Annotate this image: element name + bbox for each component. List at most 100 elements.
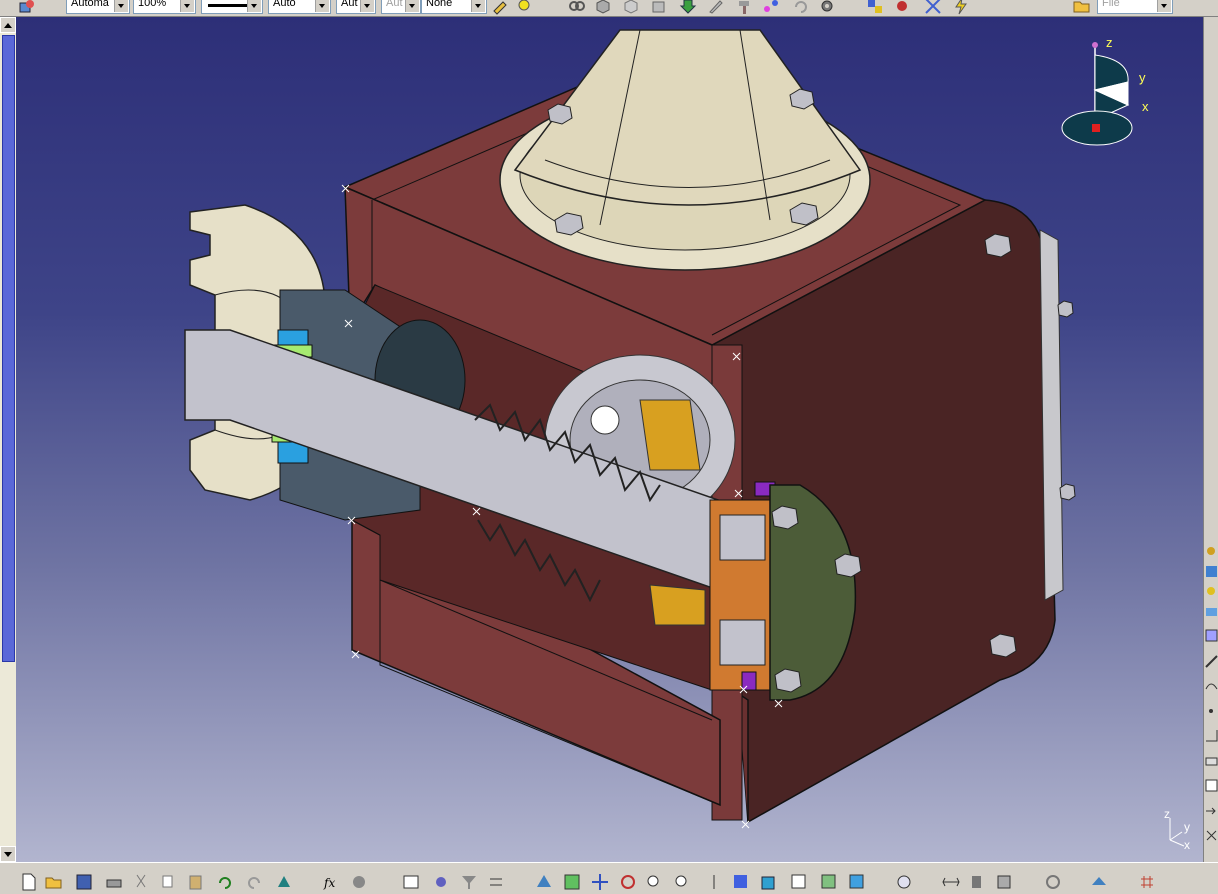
tree-icon[interactable]	[432, 873, 450, 891]
bottom-toolbar: fx	[0, 862, 1218, 891]
measure-icon[interactable]	[942, 873, 960, 891]
layer-value: Aut	[341, 0, 358, 9]
pan-icon[interactable]	[591, 873, 609, 891]
graphic-properties-icon[interactable]	[18, 0, 36, 15]
rotate-icon[interactable]	[619, 873, 637, 891]
render-icon[interactable]	[848, 873, 866, 891]
zoom-out-icon[interactable]	[673, 873, 691, 891]
analyze-icon[interactable]	[995, 873, 1013, 891]
point-icon[interactable]	[1205, 705, 1218, 718]
zoom-percent-select[interactable]: 100%	[133, 0, 196, 14]
scroll-down-button[interactable]	[0, 846, 16, 862]
normal-view-icon[interactable]	[705, 873, 723, 891]
table-icon[interactable]	[402, 873, 420, 891]
link-icon[interactable]	[568, 0, 586, 15]
compass-icon[interactable]	[895, 873, 913, 891]
curve-icon[interactable]	[1205, 679, 1218, 692]
gear-icon[interactable]	[1205, 545, 1218, 558]
box-icon[interactable]	[650, 0, 668, 15]
compass-y-label: y	[1139, 70, 1146, 85]
chevron-down-icon[interactable]	[1157, 0, 1171, 12]
gearbox-model[interactable]: z y x z y x	[0, 17, 1203, 862]
chevron-down-icon[interactable]	[315, 0, 329, 12]
assembly-icon[interactable]	[866, 0, 884, 15]
chevron-down-icon[interactable]	[471, 0, 485, 12]
pencil-icon[interactable]	[707, 0, 725, 15]
filter-icon[interactable]	[460, 873, 478, 891]
measure-icon[interactable]	[1205, 629, 1218, 642]
line-icon[interactable]	[1205, 655, 1218, 668]
scroll-up-button[interactable]	[0, 17, 16, 33]
gold-hub-lower	[649, 584, 706, 626]
paste-icon[interactable]	[187, 873, 205, 891]
file-value: File	[1102, 0, 1120, 9]
triad-y-label: y	[1184, 820, 1190, 834]
grid-icon[interactable]	[1138, 873, 1156, 891]
arrow-right-icon[interactable]	[1205, 805, 1218, 818]
vertical-scrollbar[interactable]	[0, 17, 16, 862]
lightning-icon[interactable]	[952, 0, 970, 15]
cube-view-icon[interactable]	[760, 873, 778, 891]
arrow-down-icon[interactable]	[679, 0, 697, 15]
explode-icon[interactable]	[924, 0, 942, 15]
sketch-icon[interactable]	[1205, 565, 1218, 578]
annotation-icon[interactable]	[1205, 755, 1218, 768]
zoom-mode-select[interactable]: Automa	[66, 0, 130, 14]
paint-brush-icon[interactable]	[491, 0, 509, 15]
new-file-icon[interactable]	[20, 873, 38, 891]
line-weight-select[interactable]: Auto	[268, 0, 331, 14]
zoom-in-icon[interactable]	[645, 873, 663, 891]
catalog-icon[interactable]	[350, 873, 368, 891]
fly-icon[interactable]	[535, 873, 553, 891]
chevron-down-icon[interactable]	[180, 0, 194, 12]
cube-outline-icon[interactable]	[622, 0, 640, 15]
print-icon[interactable]	[105, 873, 123, 891]
save-icon[interactable]	[75, 873, 93, 891]
line-type-select[interactable]	[201, 0, 263, 14]
pattern-value: None	[426, 0, 453, 9]
scroll-thumb[interactable]	[2, 35, 15, 662]
cut-icon[interactable]	[133, 873, 151, 891]
hide-show-icon[interactable]	[790, 873, 808, 891]
pattern-select[interactable]: None	[421, 0, 487, 14]
undo-icon[interactable]	[216, 873, 234, 891]
sketch-plane-icon[interactable]	[1090, 873, 1108, 891]
swap-icon[interactable]	[488, 873, 506, 891]
cross-icon[interactable]	[1205, 829, 1218, 842]
open-folder-icon[interactable]	[1073, 0, 1091, 15]
redo-icon[interactable]	[245, 873, 263, 891]
plane-icon[interactable]	[1205, 605, 1218, 618]
zoom-mode-value: Automa	[71, 0, 109, 9]
table-icon[interactable]	[1205, 779, 1218, 792]
gold-hub	[639, 399, 701, 471]
fit-all-icon[interactable]	[563, 873, 581, 891]
lightbulb-icon[interactable]	[516, 0, 534, 15]
whats-this-icon[interactable]	[275, 873, 293, 891]
angle-icon[interactable]	[1205, 729, 1218, 742]
manipulate-icon[interactable]	[894, 0, 912, 15]
hammer-icon[interactable]	[736, 0, 754, 15]
copy-icon[interactable]	[160, 873, 178, 891]
compass-z-label: z	[1106, 35, 1113, 50]
undo-icon[interactable]	[792, 0, 810, 15]
constraint-icon[interactable]	[1205, 585, 1218, 598]
right-toolbar	[1203, 17, 1218, 862]
layer-select[interactable]: Aut	[336, 0, 376, 14]
3d-viewport[interactable]: z y x z y x	[0, 17, 1203, 862]
chevron-down-icon[interactable]	[114, 0, 128, 12]
chevron-down-icon[interactable]	[247, 0, 261, 12]
measure-item-icon[interactable]	[968, 873, 986, 891]
iso-view-icon[interactable]	[732, 873, 750, 891]
triad-z-label: z	[1164, 807, 1170, 821]
triad-x-label: x	[1184, 838, 1190, 852]
formula-icon[interactable]: fx	[323, 873, 341, 891]
chevron-down-icon[interactable]	[360, 0, 374, 12]
gear-icon[interactable]	[818, 0, 836, 15]
cube-icon[interactable]	[594, 0, 612, 15]
shading-icon[interactable]	[820, 873, 838, 891]
wheel-icon[interactable]	[1044, 873, 1062, 891]
chevron-down-icon	[405, 0, 419, 12]
file-select[interactable]: File	[1097, 0, 1173, 14]
connector-icon[interactable]	[762, 0, 780, 15]
open-folder-icon[interactable]	[45, 873, 63, 891]
